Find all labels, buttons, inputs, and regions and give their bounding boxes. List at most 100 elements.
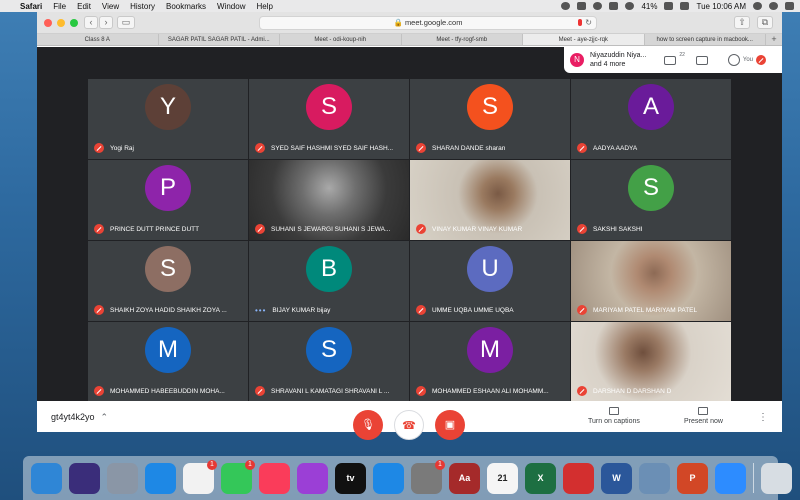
tab-sagar-patil[interactable]: SAGAR PATIL SAGAR PATIL - Admi...	[159, 34, 280, 45]
microphone-in-use-icon[interactable]	[578, 19, 582, 26]
participant-tile[interactable]: A AADYA AADYA	[571, 79, 731, 159]
menu-file[interactable]: File	[53, 2, 66, 11]
back-button[interactable]: ‹	[84, 16, 98, 29]
preview-icon[interactable]	[639, 462, 670, 494]
participant-tile[interactable]: S SAKSHI SAKSHI	[571, 160, 731, 240]
participant-label: SHARAN DANDE sharan	[416, 143, 566, 153]
participant-tile[interactable]: P PRINCE DUTT PRINCE DUTT	[88, 160, 248, 240]
meeting-code: gt4yt4k2yo	[51, 412, 95, 422]
participant-tile[interactable]: S SHRAVANI L KAMATAGI SHRAVANI L ...	[249, 322, 409, 402]
menu-view[interactable]: View	[102, 2, 119, 11]
system-preferences-icon[interactable]: 1	[411, 459, 445, 494]
dock-icon-label: Aa	[458, 472, 471, 483]
participant-tile[interactable]: M MOHAMMED ESHAAN ALI MOHAMM...	[410, 322, 570, 402]
participant-tile[interactable]: S SHAIKH ZOYA HADID SHAIKH ZOYA ...	[88, 241, 248, 321]
participant-label: SHRAVANI L KAMATAGI SHRAVANI L ...	[255, 386, 405, 396]
menu-app-name[interactable]: Safari	[20, 2, 42, 11]
siri-menu-icon[interactable]	[769, 2, 778, 10]
participant-tile[interactable]: Y Yogi Raj	[88, 79, 248, 159]
spotlight-icon[interactable]	[753, 2, 762, 10]
menu-edit[interactable]: Edit	[77, 2, 91, 11]
facetime-icon[interactable]: 1	[221, 459, 255, 494]
forward-button[interactable]: ›	[99, 16, 113, 29]
app-store-icon[interactable]	[373, 462, 404, 494]
share-button[interactable]: ⇧	[734, 16, 750, 29]
close-window-button[interactable]	[44, 19, 52, 27]
show-tabs-button[interactable]: ⧉	[757, 16, 773, 29]
sidebar-toggle-button[interactable]: ▭	[117, 16, 135, 29]
status-icon[interactable]	[577, 2, 587, 10]
excel-icon[interactable]: X	[525, 462, 556, 494]
participant-tile[interactable]: S SHARAN DANDE sharan	[410, 79, 570, 159]
safari-icon[interactable]	[145, 462, 176, 494]
finder-icon[interactable]	[31, 462, 62, 494]
microphone-off-button[interactable]: 🎙	[353, 410, 383, 440]
calendar-icon[interactable]: 21	[487, 462, 518, 494]
status-icon[interactable]	[593, 2, 603, 10]
participant-tile[interactable]: MARIYAM PATEL MARIYAM PATEL	[571, 241, 731, 321]
minimize-window-button[interactable]	[57, 19, 65, 27]
speaking-indicator-icon: •••	[255, 306, 267, 315]
self-view[interactable]: You	[727, 54, 772, 66]
participant-label: Yogi Raj	[94, 143, 244, 153]
battery-icon[interactable]	[664, 2, 674, 10]
acrobat-icon[interactable]	[563, 462, 594, 494]
participant-tile[interactable]: VINAY KUMAR VINAY KUMAR	[410, 160, 570, 240]
participant-avatar: S	[306, 327, 352, 373]
reload-icon[interactable]: ↻	[585, 17, 592, 29]
people-icon[interactable]: 22	[663, 52, 685, 65]
address-bar[interactable]: 🔒 meet.google.com ↻	[259, 16, 597, 30]
menu-help[interactable]: Help	[256, 2, 272, 11]
mic-muted-icon	[416, 305, 426, 315]
chevron-up-icon: ⌃	[100, 412, 109, 422]
meeting-details-button[interactable]: gt4yt4k2yo ⌃	[51, 412, 108, 423]
notification-center-icon[interactable]	[785, 2, 794, 10]
dictionary-icon[interactable]: Aa	[449, 462, 480, 494]
camera-off-button[interactable]: ▣	[435, 410, 465, 440]
clock[interactable]: Tue 10:06 AM	[696, 2, 746, 11]
dock-icon-label: W	[612, 472, 621, 483]
zoom-icon[interactable]	[715, 462, 746, 494]
podcasts-icon[interactable]	[297, 462, 328, 494]
present-now-button[interactable]: Present now	[684, 407, 723, 425]
participant-tile[interactable]: S SYED SAIF HASHMI SYED SAIF HASH...	[249, 79, 409, 159]
siri-icon[interactable]	[69, 462, 100, 494]
zoom-window-button[interactable]	[70, 19, 78, 27]
menu-history[interactable]: History	[130, 2, 155, 11]
participant-name: SHAIKH ZOYA HADID SHAIKH ZOYA ...	[110, 306, 227, 314]
tab-meet-aye-zjjc-rqk[interactable]: Meet - aye-zjjc-rqk	[523, 34, 645, 45]
launchpad-icon[interactable]	[107, 462, 138, 494]
powerpoint-icon[interactable]: P	[677, 462, 708, 494]
participant-tile[interactable]: U UMME UQBA UMME UQBA	[410, 241, 570, 321]
more-options-icon[interactable]: ⋮	[758, 412, 768, 423]
music-icon[interactable]	[259, 462, 290, 494]
participant-tile[interactable]: B ••• BIJAY KUMAR bijay	[249, 241, 409, 321]
participant-tile[interactable]: DARSHAN D DARSHAN D	[571, 322, 731, 402]
leave-call-button[interactable]: ☎	[394, 410, 424, 440]
dock-icon-label: P	[689, 472, 696, 483]
flag-icon[interactable]	[680, 2, 690, 10]
chat-icon[interactable]	[695, 55, 708, 65]
tab-how-to-screen-capture[interactable]: how to screen capture in macbook...	[645, 34, 766, 45]
new-tab-button[interactable]: +	[766, 34, 782, 45]
tv-icon[interactable]: tv	[335, 462, 366, 494]
status-icon[interactable]	[561, 2, 571, 10]
wifi-icon[interactable]	[625, 2, 635, 10]
self-avatar	[727, 54, 740, 66]
trash-icon[interactable]	[761, 462, 792, 494]
tab-meet-odi-koup-nih[interactable]: Meet - odi-koup-nih	[280, 34, 402, 45]
tab-meet-tfy-rogf-smb[interactable]: Meet - tfy-rogf-smb	[402, 34, 523, 45]
menu-window[interactable]: Window	[217, 2, 245, 11]
participant-tile[interactable]: M MOHAMMED HABEEBUDDIN MOHA...	[88, 322, 248, 402]
battery-percent[interactable]: 41%	[641, 2, 657, 11]
word-icon[interactable]: W	[601, 462, 632, 494]
airplay-icon[interactable]	[609, 2, 619, 10]
photos-icon[interactable]: 1	[183, 459, 217, 494]
camera-off-icon: ▣	[444, 419, 456, 431]
participant-name: PRINCE DUTT PRINCE DUTT	[110, 225, 200, 233]
menu-bookmarks[interactable]: Bookmarks	[166, 2, 206, 11]
tab-class-8-a[interactable]: Class 8 A	[37, 34, 159, 45]
captions-button[interactable]: Turn on captions	[588, 407, 640, 425]
mic-muted-icon	[255, 386, 265, 396]
participant-tile[interactable]: SUHANI S JEWARGI SUHANI S JEWA...	[249, 160, 409, 240]
